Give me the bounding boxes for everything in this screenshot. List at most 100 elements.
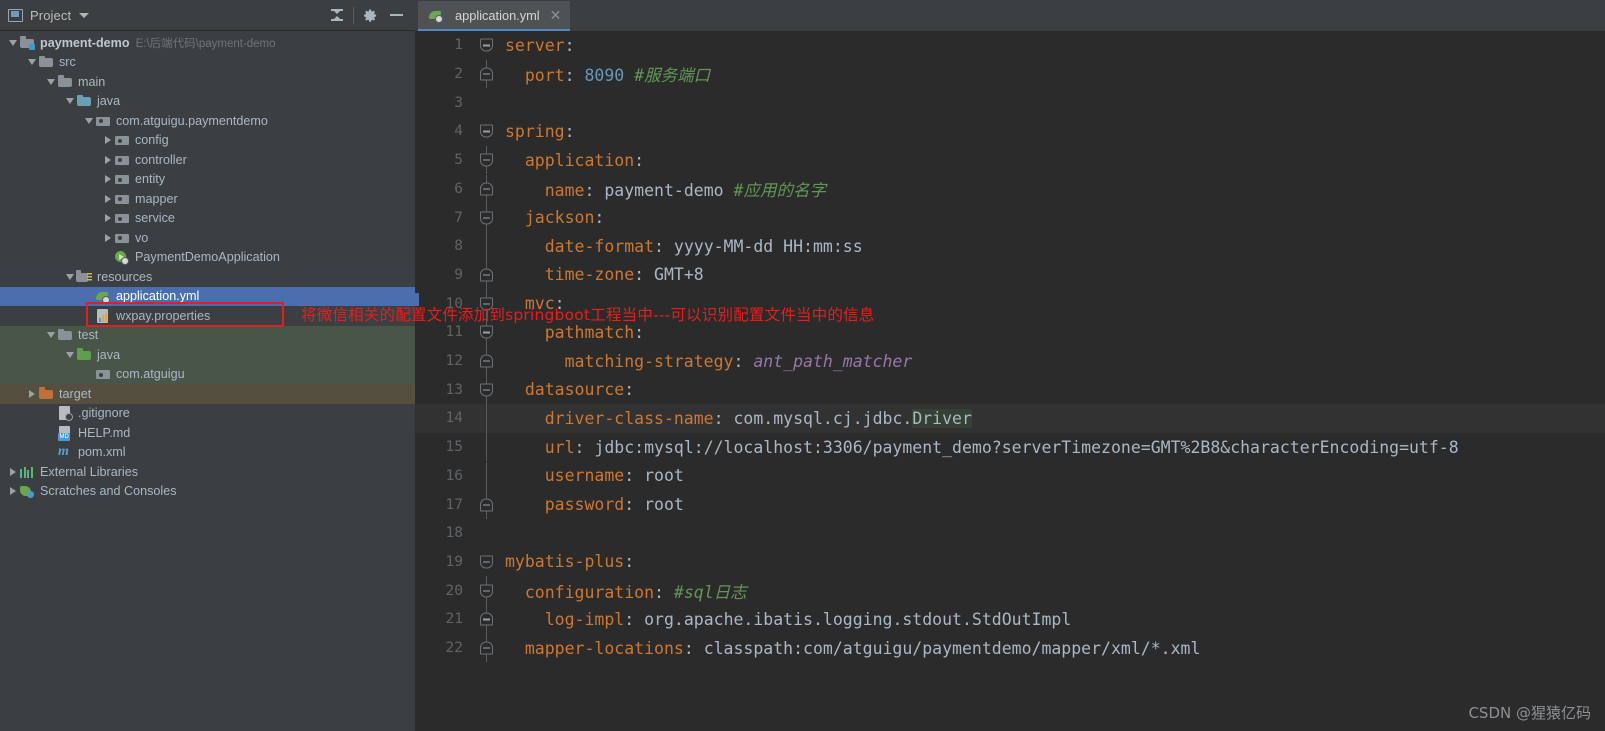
code-line-6[interactable]: 6 name: payment-demo #应用的名字 [415, 174, 1605, 204]
code-line-18[interactable]: 18 [415, 519, 1605, 548]
chevron-right-icon[interactable] [101, 212, 114, 225]
chevron-down-icon[interactable] [63, 95, 76, 108]
chevron-down-icon[interactable] [63, 270, 76, 283]
settings-button[interactable] [357, 2, 383, 28]
code-line-5[interactable]: 5 application: [415, 145, 1605, 175]
chevron-right-icon[interactable] [101, 173, 114, 186]
code-line-21[interactable]: 21 log-impl: org.apache.ibatis.logging.s… [415, 605, 1605, 634]
tree-item-controller[interactable]: controller [0, 150, 415, 170]
tree-item-config[interactable]: config [0, 131, 415, 151]
tree-item-vo[interactable]: vo [0, 228, 415, 248]
fold-gutter[interactable] [471, 490, 505, 519]
fold-marker-1[interactable] [480, 38, 493, 52]
fold-gutter[interactable] [471, 88, 505, 117]
tree-item-java[interactable]: java [0, 92, 415, 112]
fold-gutter[interactable] [471, 260, 505, 290]
fold-marker-12[interactable] [480, 354, 493, 368]
fold-marker-2[interactable] [480, 67, 493, 81]
code-line-9[interactable]: 9 time-zone: GMT+8 [415, 260, 1605, 290]
fold-gutter[interactable] [471, 576, 505, 605]
collapse-all-button[interactable] [324, 2, 350, 28]
tree-item-payment-demo-application[interactable]: PaymentDemoApplication [0, 248, 415, 268]
fold-gutter[interactable] [471, 145, 505, 175]
close-icon[interactable]: ✕ [548, 8, 564, 22]
fold-gutter[interactable] [471, 432, 505, 462]
code-line-2[interactable]: 2 port: 8090 #服务端口 [415, 59, 1605, 89]
chevron-down-icon[interactable] [25, 56, 38, 69]
chevron-down-icon[interactable] [6, 36, 19, 49]
chevron-right-icon[interactable] [101, 153, 114, 166]
code-editor[interactable]: CSDN @猩猿亿码 1 server: 2 port: 8090 #服务端口 3 4 s… [415, 31, 1605, 731]
code-line-7[interactable]: 7 jackson: [415, 203, 1605, 232]
code-line-8[interactable]: 8 date-format: yyyy-MM-dd HH:mm:ss [415, 231, 1605, 261]
fold-gutter[interactable] [471, 548, 505, 577]
fold-gutter[interactable] [471, 174, 505, 204]
fold-gutter[interactable] [471, 633, 505, 663]
chevron-down-icon[interactable] [44, 75, 57, 88]
tree-item-pom-xml[interactable]: m pom.xml [0, 443, 415, 463]
fold-marker-4[interactable] [480, 124, 493, 138]
tree-item-mapper[interactable]: mapper [0, 189, 415, 209]
tree-item-src[interactable]: src [0, 53, 415, 73]
fold-marker-13[interactable] [480, 383, 493, 397]
fold-gutter[interactable] [471, 31, 505, 60]
tree-item-scratches-and-consoles[interactable]: Scratches and Consoles [0, 482, 415, 502]
fold-gutter[interactable] [471, 117, 505, 146]
code-line-17[interactable]: 17 password: root [415, 490, 1605, 519]
fold-marker-21[interactable] [480, 612, 493, 626]
tab-application-yml[interactable]: application.yml ✕ [418, 1, 571, 31]
chevron-right-icon[interactable] [101, 134, 114, 147]
code-line-19[interactable]: 19 mybatis-plus: [415, 548, 1605, 577]
fold-gutter[interactable] [471, 231, 505, 261]
fold-marker-7[interactable] [480, 211, 493, 225]
fold-marker-5[interactable] [480, 153, 493, 167]
tree-item-gitignore[interactable]: .gitignore [0, 404, 415, 424]
tree-item-test-com-atguigu[interactable]: com.atguigu [0, 364, 415, 384]
tree-item-service[interactable]: service [0, 209, 415, 229]
fold-marker-17[interactable] [480, 498, 493, 512]
project-tree[interactable]: payment-demo E:\后端代码\payment-demo src main j… [0, 31, 415, 731]
code-line-16[interactable]: 16 username: root [415, 461, 1605, 491]
fold-gutter[interactable] [471, 404, 505, 433]
chevron-down-icon[interactable] [82, 114, 95, 127]
chevron-right-icon[interactable] [25, 387, 38, 400]
code-line-20[interactable]: 20 configuration: #sql日志 [415, 576, 1605, 605]
fold-gutter[interactable] [471, 203, 505, 232]
chevron-right-icon[interactable] [6, 485, 19, 498]
code-line-1[interactable]: 1 server: [415, 31, 1605, 60]
fold-marker-11[interactable] [480, 325, 493, 339]
chevron-right-icon[interactable] [6, 465, 19, 478]
code-line-22[interactable]: 22 mapper-locations: classpath:com/atgui… [415, 633, 1605, 663]
code-line-3[interactable]: 3 [415, 88, 1605, 117]
fold-gutter[interactable] [471, 461, 505, 491]
tree-item-test-java[interactable]: java [0, 345, 415, 365]
fold-gutter[interactable] [471, 375, 505, 405]
tree-item-test[interactable]: test [0, 325, 415, 345]
fold-marker-6[interactable] [480, 182, 493, 196]
fold-marker-19[interactable] [480, 555, 493, 569]
tree-item-com-atguigu-paymentdemo[interactable]: com.atguigu.paymentdemo [0, 111, 415, 131]
fold-gutter[interactable] [471, 605, 505, 634]
code-line-13[interactable]: 13 datasource: [415, 375, 1605, 405]
fold-gutter[interactable] [471, 346, 505, 376]
tree-item-target[interactable]: target [0, 384, 415, 404]
hide-panel-button[interactable] [383, 2, 409, 28]
fold-gutter[interactable] [471, 519, 505, 548]
chevron-right-icon[interactable] [101, 192, 114, 205]
tree-item-external-libraries[interactable]: External Libraries [0, 462, 415, 482]
fold-gutter[interactable] [471, 59, 505, 89]
fold-marker-20[interactable] [480, 584, 493, 598]
code-line-12[interactable]: 12 matching-strategy: ant_path_matcher [415, 346, 1605, 376]
chevron-right-icon[interactable] [101, 231, 114, 244]
chevron-down-icon[interactable] [63, 348, 76, 361]
fold-marker-22[interactable] [480, 641, 493, 655]
tree-item-entity[interactable]: entity [0, 170, 415, 190]
chevron-down-icon[interactable] [44, 329, 57, 342]
code-line-14[interactable]: 14 driver-class-name: com.mysql.cj.jdbc.… [415, 404, 1605, 433]
fold-marker-9[interactable] [480, 268, 493, 282]
code-line-4[interactable]: 4 spring: [415, 117, 1605, 146]
chevron-down-icon[interactable] [79, 12, 90, 18]
tree-item-payment-demo[interactable]: payment-demo E:\后端代码\payment-demo [0, 33, 415, 53]
tree-item-main[interactable]: main [0, 72, 415, 92]
project-title-group[interactable]: Project [8, 8, 90, 23]
